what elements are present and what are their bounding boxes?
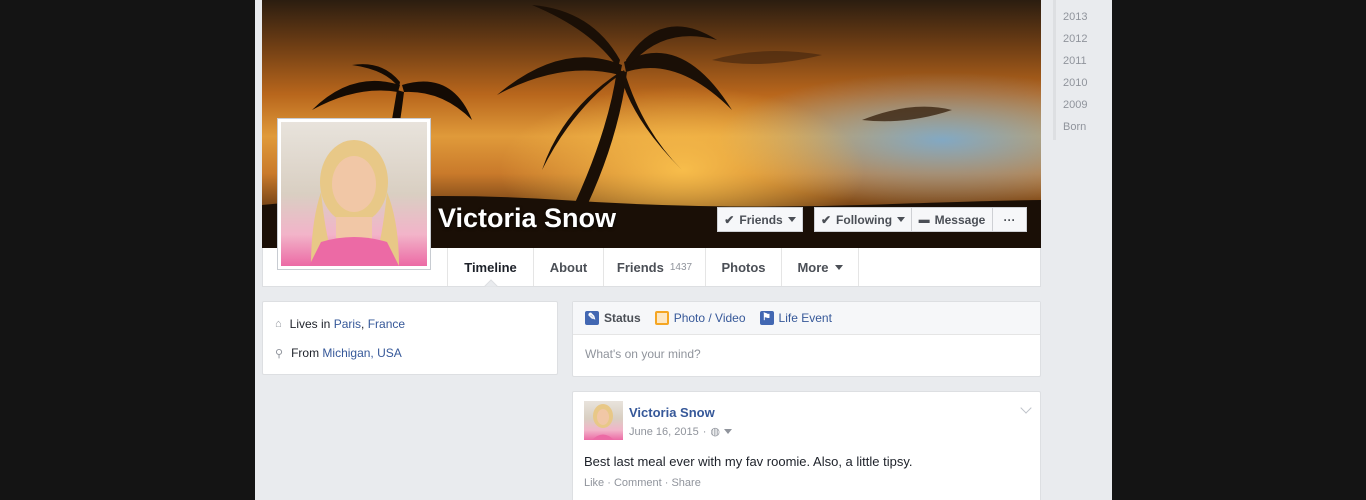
caret-down-icon [897,217,906,222]
profile-name[interactable]: Victoria Snow [438,203,616,234]
like-link[interactable]: Like [584,477,604,489]
tab-timeline-label: Timeline [464,259,517,275]
friends-button[interactable]: ✔ Friends [717,207,803,232]
intro-card: ⌂ Lives in Paris, France ⚲ From Michigan… [262,301,558,375]
from-row: ⚲ From Michigan, USA [275,346,402,360]
ellipsis-icon: ··· [1003,212,1016,227]
message-icon: ▬ [918,213,930,226]
year-link[interactable]: 2013 [1063,11,1087,23]
meta-separator: · [702,425,707,438]
tab-photos-label: Photos [721,259,766,275]
post-options-chevron-icon[interactable] [1020,402,1032,414]
post-card: Victoria Snow June 16, 2015 · ◍ Best las… [572,391,1041,500]
post-author-avatar[interactable] [584,401,623,440]
privacy-caret-icon[interactable] [724,429,733,434]
life-event-tab[interactable]: ⚑ Life Event [759,311,832,325]
status-tab[interactable]: ✎ Status [585,311,641,325]
check-icon: ✔ [724,212,735,227]
active-tab-indicator [484,279,498,287]
lives-city-link[interactable]: Paris [334,317,361,331]
pencil-icon: ✎ [585,311,599,325]
more-options-button[interactable]: ··· [992,207,1027,232]
lives-in-row: ⌂ Lives in Paris, France [275,317,405,331]
check-icon: ✔ [820,212,832,227]
tab-about-label: About [549,259,588,275]
lives-separator: , [361,317,365,331]
year-link[interactable]: 2012 [1063,33,1087,45]
message-button-label: Message [934,212,986,227]
tab-photos[interactable]: Photos [705,248,781,286]
flag-icon: ⚑ [759,311,774,325]
caret-down-icon [834,264,843,270]
lives-in-label: Lives in [289,317,331,331]
life-event-label: Life Event [778,311,832,325]
post-text: Best last meal ever with my fav roomie. … [584,454,913,469]
post-actions: Like · Comment · Share [584,477,701,489]
profile-picture[interactable] [277,118,431,270]
year-link[interactable]: 2009 [1063,99,1087,111]
post-date[interactable]: June 16, 2015 [629,426,699,438]
photo-video-tab[interactable]: Photo / Video [654,311,746,325]
photo-video-label: Photo / Video [673,311,746,325]
house-icon: ⌂ [275,318,282,330]
profile-page: Victoria Snow ✔ Friends ✔ Following ▬ Me… [255,0,1112,500]
status-label: Status [604,311,641,325]
from-label: From [291,346,320,360]
globe-icon[interactable]: ◍ [710,425,720,438]
share-link[interactable]: Share [671,477,700,489]
action-separator: · [664,477,669,489]
caret-down-icon [787,217,796,222]
post-composer: ✎ Status Photo / Video ⚑ Life Event What… [572,301,1041,377]
message-button[interactable]: ▬ Message [911,207,993,232]
from-place-link[interactable]: Michigan, USA [322,346,401,360]
year-link[interactable]: Born [1063,121,1086,133]
tab-friends[interactable]: Friends 1437 [603,248,705,286]
photo-icon [654,311,669,325]
action-separator: · [607,477,611,489]
post-author-name[interactable]: Victoria Snow [629,405,715,420]
tab-more-label: More [797,259,829,275]
friends-count: 1437 [669,261,693,273]
lives-country-link[interactable]: France [368,317,405,331]
profile-photo [281,122,427,266]
friends-button-label: Friends [739,212,783,227]
timeline-year-nav: 2013 2012 2011 2010 2009 Born [1053,0,1112,140]
tab-more[interactable]: More [781,248,859,286]
tab-about[interactable]: About [533,248,603,286]
tab-friends-label: Friends [616,259,664,275]
following-button-label: Following [836,212,893,227]
comment-link[interactable]: Comment [614,477,662,489]
year-link[interactable]: 2010 [1063,77,1087,89]
location-pin-icon: ⚲ [275,347,284,360]
year-link[interactable]: 2011 [1063,55,1087,67]
following-button[interactable]: ✔ Following [814,207,912,232]
tab-timeline[interactable]: Timeline [447,248,533,287]
post-meta: June 16, 2015 · ◍ [629,425,733,438]
composer-tabs: ✎ Status Photo / Video ⚑ Life Event [573,302,1040,335]
status-input[interactable]: What's on your mind? [573,335,1040,373]
